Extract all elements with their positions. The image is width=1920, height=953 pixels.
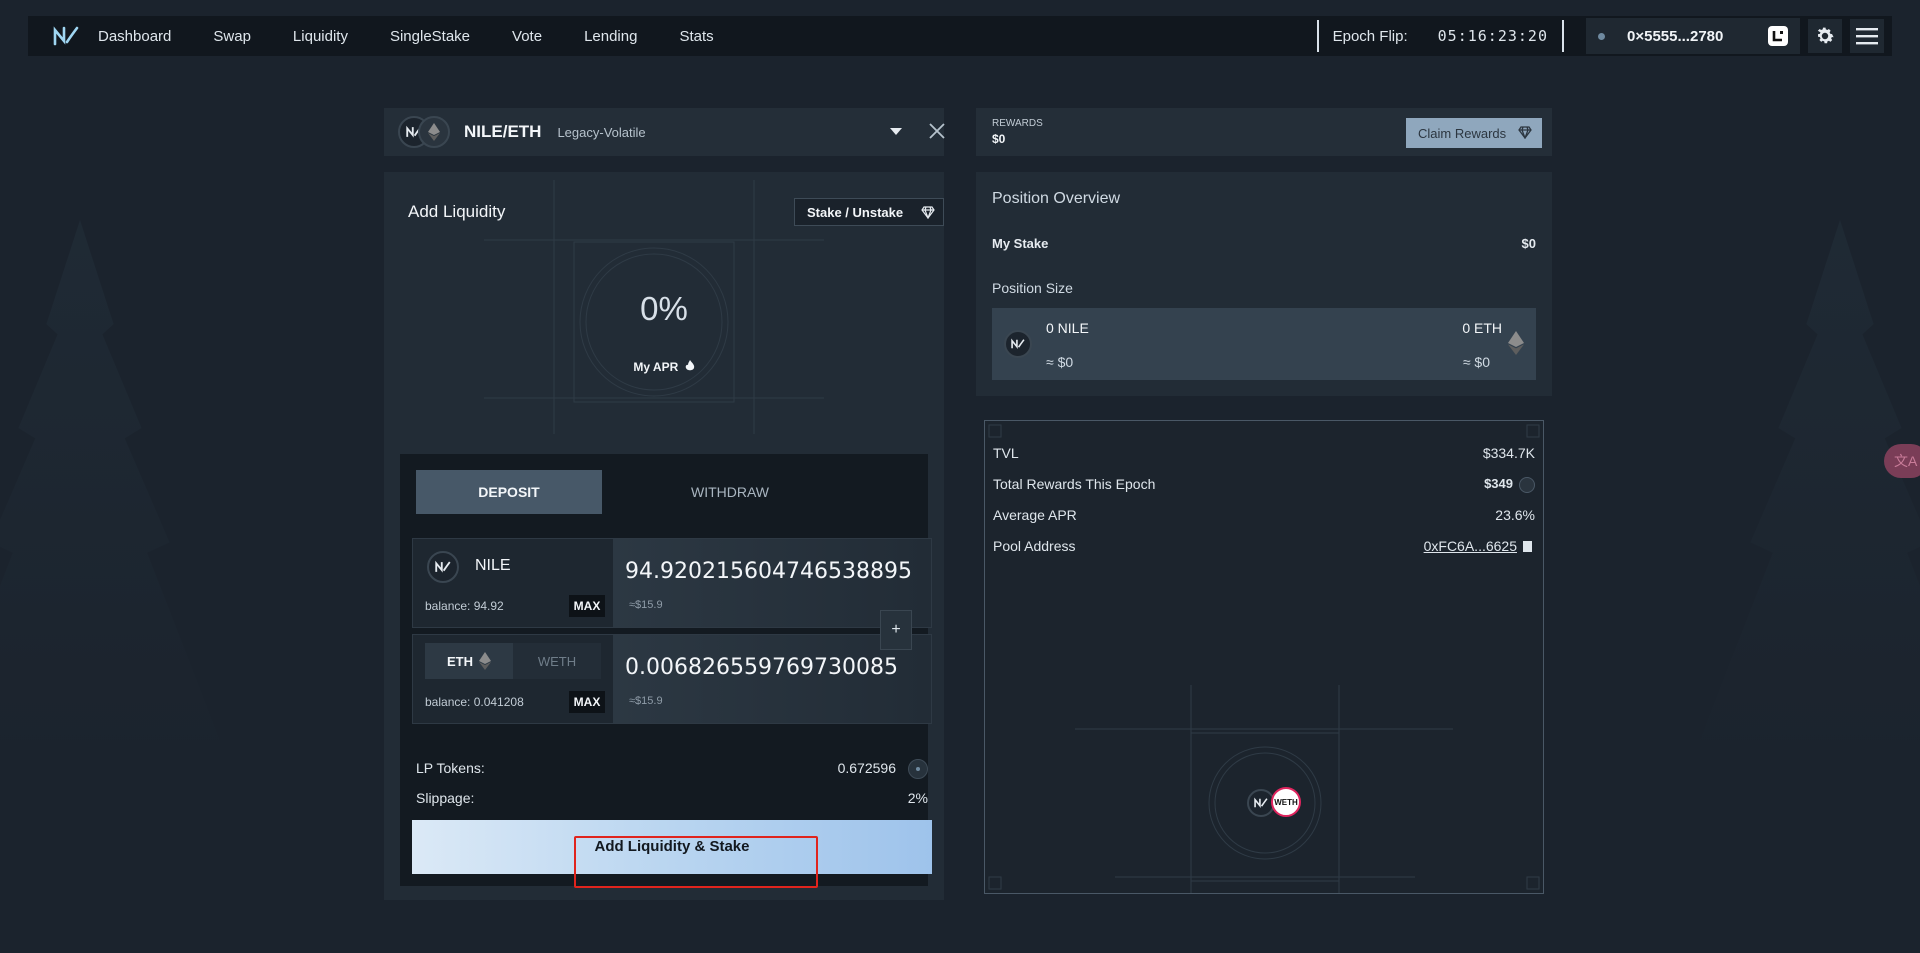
diamond-icon — [1518, 126, 1532, 142]
position-nile-amount: 0 NILE — [1046, 320, 1089, 336]
background-tree-left — [0, 220, 220, 740]
position-nile-usd: ≈ $0 — [1046, 354, 1074, 370]
token-name: NILE — [475, 557, 511, 574]
nav-link-lending[interactable]: Lending — [584, 28, 637, 45]
token-usd-value: ≈$15.9 — [629, 599, 663, 611]
position-overview-title: Position Overview — [992, 190, 1121, 207]
claim-rewards-button[interactable]: Claim Rewards — [1406, 118, 1542, 148]
wallet-avatar-icon — [1768, 26, 1788, 46]
pair-name: NILE/ETH — [464, 122, 542, 141]
position-size-box: 0 NILE ≈ $0 0 ETH ≈ $0 — [992, 308, 1536, 380]
my-stake-value: $0 — [1521, 236, 1536, 251]
token-balance: balance: 0.041208 — [425, 695, 524, 709]
rewards-value: $0 — [992, 132, 1006, 146]
tabs: DEPOSIT WITHDRAW — [416, 470, 944, 514]
token-selector-eth: ETH WETH balance: 0.041208 MAX — [413, 635, 611, 723]
wallet-status-dot — [1598, 32, 1605, 40]
epoch-flip: Epoch Flip: 05:16:23:20 — [1316, 20, 1564, 52]
token-selector-nile: NILE balance: 94.92 MAX — [413, 539, 611, 627]
pool-decoration — [988, 424, 1540, 893]
pair-type: Legacy-Volatile — [557, 124, 646, 140]
epoch-countdown: 05:16:23:20 — [1437, 27, 1548, 45]
position-eth-usd: ≈ $0 — [1462, 354, 1490, 370]
gear-icon — [1817, 27, 1834, 44]
nav-links: Dashboard Swap Liquidity SingleStake Vot… — [98, 28, 756, 45]
token-usd-value: ≈$15.9 — [629, 695, 663, 707]
token-input-nile: NILE balance: 94.92 MAX 94.9202156047465… — [412, 538, 932, 628]
background-tree-right — [1700, 220, 1920, 740]
pool-stats-panel: TVL $334.7K Total Rewards This Epoch $34… — [984, 420, 1544, 894]
nav-link-stats[interactable]: Stats — [679, 28, 713, 45]
nile-logo-icon[interactable] — [52, 22, 80, 50]
lp-tokens-value: 0.672596 — [837, 760, 896, 776]
claim-rewards-label: Claim Rewards — [1418, 125, 1507, 141]
position-eth-amount: 0 ETH — [1462, 320, 1502, 336]
slippage-value[interactable]: 2% — [908, 790, 928, 806]
diamond-icon — [921, 206, 935, 222]
nav-right: Epoch Flip: 05:16:23:20 0×5555...2780 — [1316, 16, 1892, 56]
slippage-row: Slippage: 2% — [416, 790, 928, 810]
pair-icons — [398, 115, 454, 149]
apr-value: 0% — [640, 290, 688, 327]
token-input-eth: ETH WETH balance: 0.041208 MAX 0.0068265… — [412, 634, 932, 724]
max-button[interactable]: MAX — [569, 691, 605, 713]
nile-token-icon — [1004, 330, 1032, 358]
nile-token-icon — [427, 551, 459, 583]
tab-withdraw[interactable]: WITHDRAW — [672, 470, 788, 514]
apr-label-text: My APR — [633, 360, 679, 374]
slippage-label: Slippage: — [416, 790, 475, 806]
eth-icon — [1508, 331, 1524, 355]
flame-icon — [685, 360, 694, 371]
chevron-down-icon[interactable] — [890, 128, 902, 135]
rewards-label: REWARDS — [992, 118, 1043, 129]
weth-token-icon: WETH — [1271, 787, 1301, 817]
token-amount[interactable]: 94.920215604746538895 — [625, 559, 912, 584]
close-icon[interactable] — [928, 122, 946, 140]
eth-option[interactable]: ETH — [425, 643, 513, 679]
lp-tokens-label: LP Tokens: — [416, 760, 485, 776]
nav-link-liquidity[interactable]: Liquidity — [293, 28, 348, 45]
lp-tokens-row: LP Tokens: 0.672596 — [416, 759, 928, 780]
eth-token-icon — [418, 116, 450, 148]
tab-deposit[interactable]: DEPOSIT — [416, 470, 602, 514]
nav-link-singlestake[interactable]: SingleStake — [390, 28, 470, 45]
token-balance: balance: 94.92 — [425, 599, 504, 613]
position-size-label: Position Size — [992, 280, 1073, 296]
nav-link-swap[interactable]: Swap — [213, 28, 251, 45]
nav-link-vote[interactable]: Vote — [512, 28, 542, 45]
eth-icon — [479, 652, 491, 670]
pair-selector[interactable]: NILE/ETH Legacy-Volatile — [384, 108, 946, 156]
menu-button[interactable] — [1850, 19, 1884, 53]
wallet-address: 0×5555...2780 — [1627, 27, 1724, 45]
nav-link-dashboard[interactable]: Dashboard — [98, 28, 171, 45]
eth-weth-toggle: ETH WETH — [425, 643, 603, 679]
hamburger-icon — [1856, 28, 1878, 45]
settings-button[interactable] — [1808, 19, 1842, 53]
weth-option[interactable]: WETH — [513, 643, 601, 679]
plus-icon: + — [880, 610, 912, 650]
max-button[interactable]: MAX — [569, 595, 605, 617]
translate-button[interactable]: 文A — [1884, 444, 1920, 478]
my-stake-label: My Stake — [992, 236, 1049, 251]
rewards-bar: REWARDS $0 Claim Rewards — [976, 108, 1552, 156]
apr-label: My APR — [384, 360, 944, 374]
eth-option-label: ETH — [447, 653, 473, 669]
epoch-label: Epoch Flip: — [1332, 27, 1408, 45]
token-amount[interactable]: 0.006826559769730085 — [625, 655, 898, 680]
position-overview-panel: Position Overview My Stake $0 Position S… — [976, 172, 1552, 396]
wallet-button[interactable]: 0×5555...2780 — [1586, 18, 1800, 54]
highlight-box — [574, 836, 818, 888]
add-liquidity-panel: Add Liquidity Stake / Unstake 0% My APR … — [384, 172, 944, 900]
top-nav: Dashboard Swap Liquidity SingleStake Vot… — [28, 16, 1892, 56]
lp-token-icon — [908, 759, 928, 779]
